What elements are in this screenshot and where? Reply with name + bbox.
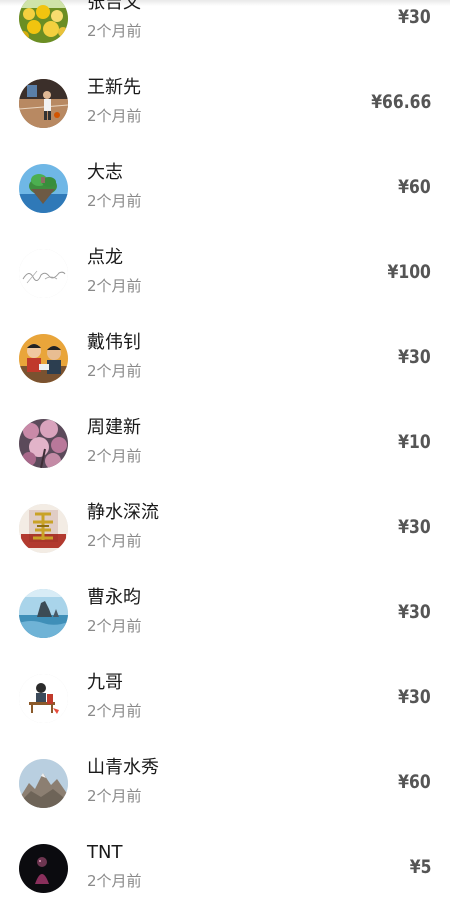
donor-name: 周建新 — [87, 417, 141, 438]
donor-name: TNT — [87, 842, 123, 863]
avatar[interactable] — [19, 334, 68, 383]
donor-name: 九哥 — [87, 672, 123, 693]
donation-list[interactable]: 张吉文 2个月前 ¥30 王新先 2个月前 ¥66.66 大志 2个月前 ¥60… — [0, 0, 450, 912]
donation-time: 2个月前 — [87, 362, 142, 380]
floating-island-avatar — [19, 164, 68, 213]
two-kids-avatar — [19, 334, 68, 383]
pink-blossom-avatar — [19, 419, 68, 468]
list-item[interactable]: 曹永昀 2个月前 ¥30 — [0, 572, 450, 657]
donation-time: 2个月前 — [87, 617, 142, 635]
list-item[interactable]: 戴伟钊 2个月前 ¥30 — [0, 317, 450, 402]
donation-time: 2个月前 — [87, 702, 142, 720]
list-item[interactable]: TNT 2个月前 ¥5 — [0, 827, 450, 912]
donor-name: 点龙 — [87, 247, 123, 268]
donation-time: 2个月前 — [87, 22, 142, 40]
yellow-flowers-avatar — [19, 0, 68, 43]
donation-amount: ¥30 — [398, 346, 431, 368]
avatar[interactable] — [19, 759, 68, 808]
donation-amount: ¥5 — [409, 856, 431, 878]
list-item[interactable]: 大志 2个月前 ¥60 — [0, 147, 450, 232]
donation-amount: ¥60 — [398, 771, 431, 793]
donation-time: 2个月前 — [87, 277, 142, 295]
donation-time: 2个月前 — [87, 872, 142, 890]
donor-name: 戴伟钊 — [87, 332, 141, 353]
bench-figure-avatar — [19, 674, 68, 723]
avatar[interactable] — [19, 589, 68, 638]
avatar[interactable] — [19, 674, 68, 723]
list-item[interactable]: 张吉文 2个月前 ¥30 — [0, 0, 450, 62]
donation-amount: ¥60 — [398, 176, 431, 198]
dark-portrait-avatar — [19, 844, 68, 893]
donation-amount: ¥30 — [398, 601, 431, 623]
mountain-avatar — [19, 759, 68, 808]
basketball-court-avatar — [19, 79, 68, 128]
donation-amount: ¥10 — [398, 431, 431, 453]
list-item[interactable]: 山青水秀 2个月前 ¥60 — [0, 742, 450, 827]
donation-time: 2个月前 — [87, 532, 142, 550]
sea-rocks-avatar — [19, 589, 68, 638]
avatar[interactable] — [19, 249, 68, 298]
donation-amount: ¥100 — [387, 261, 431, 283]
donation-amount: ¥30 — [398, 686, 431, 708]
avatar[interactable] — [19, 844, 68, 893]
donor-name: 张吉文 — [87, 0, 141, 13]
donation-amount: ¥30 — [398, 516, 431, 538]
avatar[interactable] — [19, 504, 68, 553]
avatar[interactable] — [19, 419, 68, 468]
list-item[interactable]: 周建新 2个月前 ¥10 — [0, 402, 450, 487]
donor-name: 大志 — [87, 162, 123, 183]
donation-amount: ¥30 — [398, 6, 431, 28]
list-item[interactable]: 王新先 2个月前 ¥66.66 — [0, 62, 450, 147]
donor-name: 王新先 — [87, 77, 141, 98]
list-item[interactable]: 九哥 2个月前 ¥30 — [0, 657, 450, 742]
donor-name: 山青水秀 — [87, 757, 159, 778]
avatar[interactable] — [19, 164, 68, 213]
donation-time: 2个月前 — [87, 447, 142, 465]
donation-time: 2个月前 — [87, 787, 142, 805]
list-item[interactable]: 点龙 2个月前 ¥100 — [0, 232, 450, 317]
signature-avatar — [19, 249, 68, 298]
avatar[interactable] — [19, 0, 68, 43]
donor-name: 静水深流 — [87, 502, 159, 523]
donor-name: 曹永昀 — [87, 587, 141, 608]
donation-time: 2个月前 — [87, 192, 142, 210]
donation-time: 2个月前 — [87, 107, 142, 125]
donation-amount: ¥66.66 — [370, 91, 431, 113]
fu-character-avatar — [19, 504, 68, 553]
list-item[interactable]: 静水深流 2个月前 ¥30 — [0, 487, 450, 572]
avatar[interactable] — [19, 79, 68, 128]
